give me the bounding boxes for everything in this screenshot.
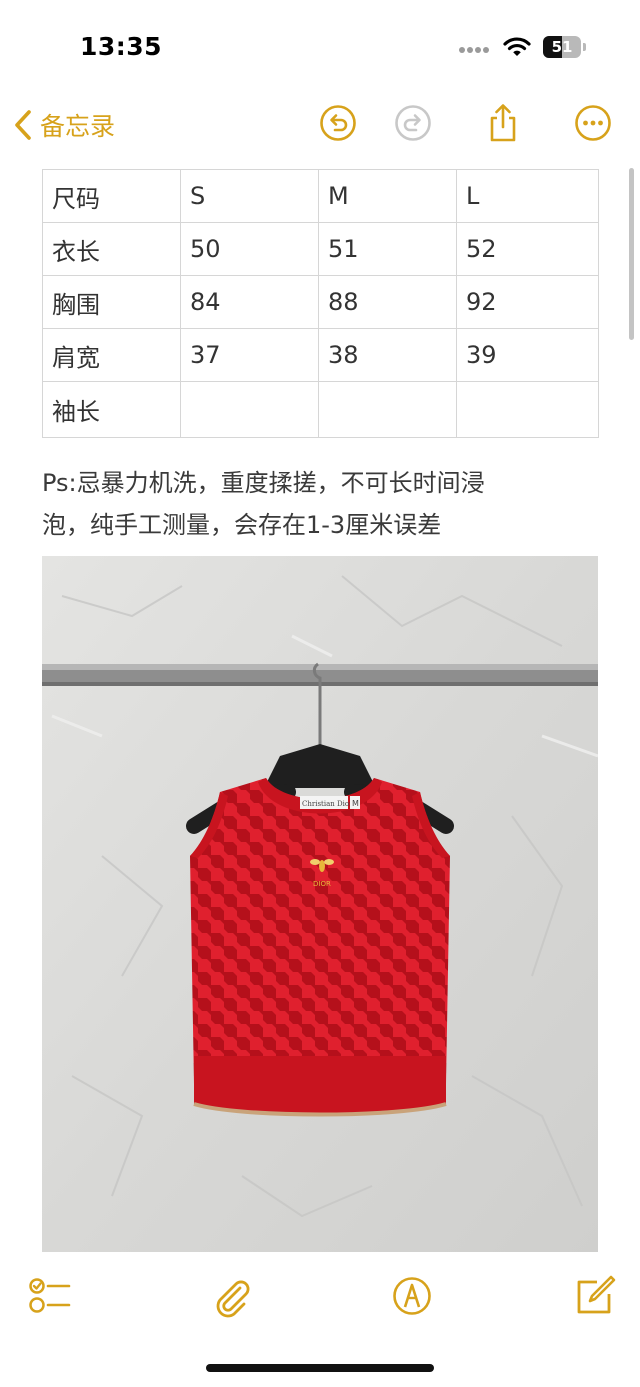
table-cell[interactable]: 尺码	[42, 169, 181, 223]
undo-icon[interactable]	[318, 103, 358, 143]
table-row: 袖长	[42, 381, 599, 438]
table-row: 肩宽 37 38 39	[42, 328, 599, 382]
table-cell[interactable]: 92	[456, 275, 599, 329]
paperclip-icon[interactable]	[210, 1274, 254, 1318]
table-cell[interactable]: 84	[180, 275, 319, 329]
table-cell[interactable]: L	[456, 169, 599, 223]
nav-bar: 备忘录	[0, 95, 640, 155]
share-icon[interactable]	[483, 103, 523, 143]
table-row: 衣长 50 51 52	[42, 222, 599, 276]
home-indicator[interactable]	[206, 1364, 434, 1372]
table-cell[interactable]: 衣长	[42, 222, 181, 276]
status-bar: 13:35 51	[0, 0, 640, 90]
note-text[interactable]: Ps:忌暴力机洗，重度揉搓，不可长时间浸 泡，纯手工测量，会存在1-3厘米误差	[42, 462, 598, 546]
battery-level: 51	[551, 38, 573, 56]
cellular-signal-icon	[459, 47, 491, 55]
battery-icon: 51	[543, 36, 587, 58]
chevron-left-icon	[15, 110, 31, 140]
redo-icon[interactable]	[393, 103, 433, 143]
table-cell[interactable]: 50	[180, 222, 319, 276]
table-cell[interactable]: 39	[456, 328, 599, 382]
note-line: 泡，纯手工测量，会存在1-3厘米误差	[42, 511, 442, 539]
table-row: 尺码 S M L	[42, 169, 599, 223]
markup-icon[interactable]	[390, 1274, 434, 1318]
table-row: 胸围 84 88 92	[42, 275, 599, 329]
table-cell[interactable]: 52	[456, 222, 599, 276]
back-button[interactable]: 备忘录	[12, 103, 115, 147]
table-cell[interactable]	[456, 381, 599, 438]
product-photo[interactable]: Christian Dior M DIOR	[42, 556, 598, 1252]
scroll-indicator[interactable]	[629, 168, 634, 340]
size-table: 尺码 S M L 衣长 50 51 52 胸围 84 88 92 肩宽 37 3…	[42, 169, 599, 438]
table-cell[interactable]: 袖长	[42, 381, 181, 438]
back-label: 备忘录	[40, 112, 116, 141]
more-icon[interactable]	[573, 103, 613, 143]
logo-text: DIOR	[313, 880, 331, 888]
sweater-vest-image: Christian Dior M DIOR	[42, 556, 598, 1252]
status-time: 13:35	[80, 32, 163, 61]
table-cell[interactable]: 88	[318, 275, 457, 329]
table-cell[interactable]: M	[318, 169, 457, 223]
bottom-toolbar	[0, 1262, 640, 1332]
table-cell[interactable]: 38	[318, 328, 457, 382]
table-cell[interactable]	[180, 381, 319, 438]
note-line: Ps:忌暴力机洗，重度揉搓，不可长时间浸	[42, 469, 485, 497]
brand-label: Christian Dior	[302, 800, 353, 808]
table-cell[interactable]: 胸围	[42, 275, 181, 329]
table-cell[interactable]: 51	[318, 222, 457, 276]
table-cell[interactable]: S	[180, 169, 319, 223]
table-cell[interactable]: 肩宽	[42, 328, 181, 382]
wifi-icon	[503, 37, 531, 56]
table-cell[interactable]: 37	[180, 328, 319, 382]
size-tag: M	[352, 799, 359, 808]
compose-icon[interactable]	[573, 1274, 617, 1318]
table-cell[interactable]	[318, 381, 457, 438]
checklist-icon[interactable]	[28, 1274, 72, 1318]
